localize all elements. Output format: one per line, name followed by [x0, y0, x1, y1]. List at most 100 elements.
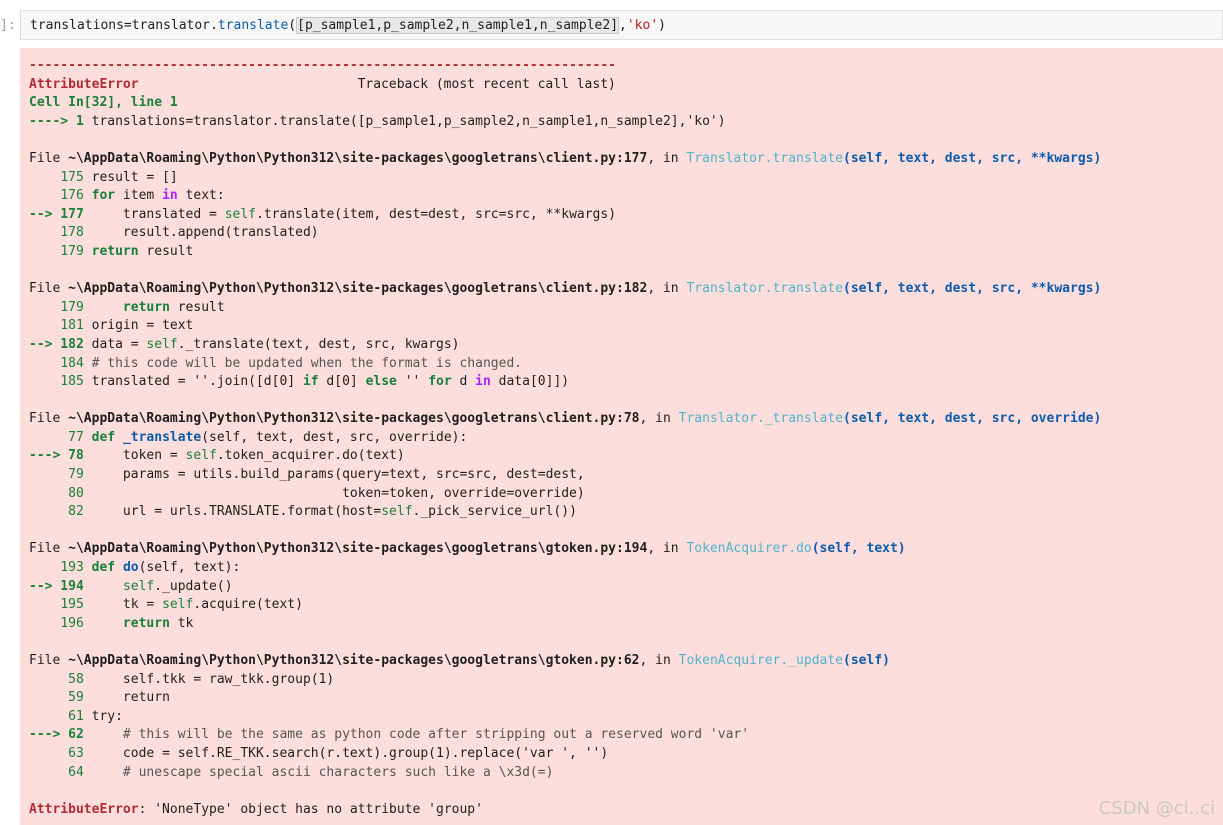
- line-number: 184: [60, 355, 84, 371]
- code-line: 63 code = self.RE_TKK.search(r.text).gro…: [29, 745, 1223, 764]
- arrow: ----> 1: [29, 113, 92, 129]
- code: translated = ''.join([d[0]: [91, 374, 303, 390]
- code: result.append(translated): [91, 225, 319, 241]
- code-line: 185 translated = ''.join([d[0] if d[0] e…: [29, 373, 1223, 392]
- error-output: ----------------------------------------…: [20, 48, 1223, 825]
- code: translated =: [91, 206, 225, 222]
- code: .acquire(text): [193, 597, 303, 613]
- code-line: ---> 78 token = self.token_acquirer.do(t…: [29, 447, 1223, 466]
- code-line: 176 for item in text:: [29, 187, 1223, 206]
- arrow: ---> 78: [29, 448, 84, 464]
- line-number: 195: [60, 597, 84, 613]
- line-number: 80: [68, 485, 84, 501]
- code: d[0]: [318, 374, 366, 390]
- in-text: , in: [647, 281, 687, 297]
- func-name: TokenAcquirer._update: [678, 653, 844, 668]
- file-path: ~\AppData\Roaming\Python\Python312\site-…: [68, 541, 648, 557]
- code: ._pick_service_url()): [412, 504, 577, 520]
- code-input-cell[interactable]: translations=translator.translate([p_sam…: [20, 10, 1223, 40]
- code-line: 77 def _translate(self, text, dest, src,…: [29, 429, 1223, 448]
- func-name: Translator.translate: [686, 150, 844, 166]
- code-arg: 'ko': [626, 18, 659, 33]
- func-args: (self): [843, 653, 890, 668]
- frame-header: File ~\AppData\Roaming\Python\Python312\…: [29, 150, 1223, 169]
- code-line: 58 self.tkk = raw_tkk.group(1): [29, 671, 1223, 690]
- code-line: 179 return result: [29, 243, 1223, 262]
- highlighted-list: [p_sample1,p_sample2,n_sample1,n_sample2…: [296, 17, 620, 34]
- code-line: --> 177 translated = self.translate(item…: [29, 206, 1223, 225]
- cell-prefix: Cell: [29, 95, 69, 111]
- line-number: 59: [68, 690, 84, 706]
- line-number: 176: [60, 188, 84, 204]
- final-error: AttributeError: 'NoneType' object has no…: [29, 801, 1223, 820]
- keyword: return: [91, 243, 139, 259]
- code: d: [451, 374, 476, 390]
- code-method: translate: [217, 18, 289, 33]
- file-label: File: [29, 411, 69, 427]
- file-path: ~\AppData\Roaming\Python\Python312\site-…: [68, 281, 648, 297]
- file-path: ~\AppData\Roaming\Python\Python312\site-…: [68, 411, 640, 427]
- code: result: [138, 243, 194, 259]
- in-text: , in: [639, 411, 679, 427]
- code-line: 196 return tk: [29, 615, 1223, 634]
- line-number: 61: [68, 708, 84, 724]
- self-keyword: self: [122, 578, 155, 594]
- code-line: 193 def do(self, text):: [29, 559, 1223, 578]
- file-label: File: [29, 541, 69, 557]
- code-line: 184 # this code will be updated when the…: [29, 355, 1223, 374]
- code-line: 178 result.append(translated): [29, 224, 1223, 243]
- code: tk =: [91, 597, 163, 613]
- frame-header: File ~\AppData\Roaming\Python\Python312\…: [29, 540, 1223, 559]
- keyword: for: [91, 188, 116, 204]
- arrow: --> 194: [29, 578, 84, 594]
- line-number: 79: [68, 467, 84, 483]
- line-number: 58: [68, 671, 84, 687]
- traceback-header: AttributeError Traceback (most recent cal…: [29, 76, 1223, 95]
- in-text: , in: [647, 541, 687, 557]
- in-text: , in: [647, 150, 687, 166]
- func-args: (self, text): [811, 541, 906, 557]
- file-label: File: [29, 150, 69, 166]
- frame-header: File ~\AppData\Roaming\Python\Python312\…: [29, 280, 1223, 299]
- func-name: TokenAcquirer.do: [686, 541, 812, 557]
- self-keyword: self: [185, 448, 217, 464]
- code-line: 64 # unescape special ascii characters s…: [29, 764, 1223, 783]
- code: code = self.RE_TKK.search(r.text).group(…: [91, 745, 609, 761]
- line-number: 179: [60, 243, 84, 259]
- line-number: 82: [68, 504, 84, 520]
- code: token =: [91, 448, 186, 464]
- line-number: 185: [60, 374, 84, 390]
- comment: # unescape special ascii characters such…: [91, 764, 554, 780]
- keyword: return: [91, 615, 170, 631]
- arrow: ---> 62: [29, 727, 84, 743]
- code-line[interactable]: translations=translator.translate([p_sam…: [30, 17, 666, 35]
- code: item: [115, 188, 163, 204]
- code-line: 61 try:: [29, 708, 1223, 727]
- keyword: return: [91, 299, 170, 315]
- code: (self, text):: [138, 560, 241, 576]
- code: ._translate(text, dest, src, kwargs): [177, 336, 460, 352]
- code: text:: [177, 188, 225, 204]
- func-name: Translator._translate: [678, 411, 844, 427]
